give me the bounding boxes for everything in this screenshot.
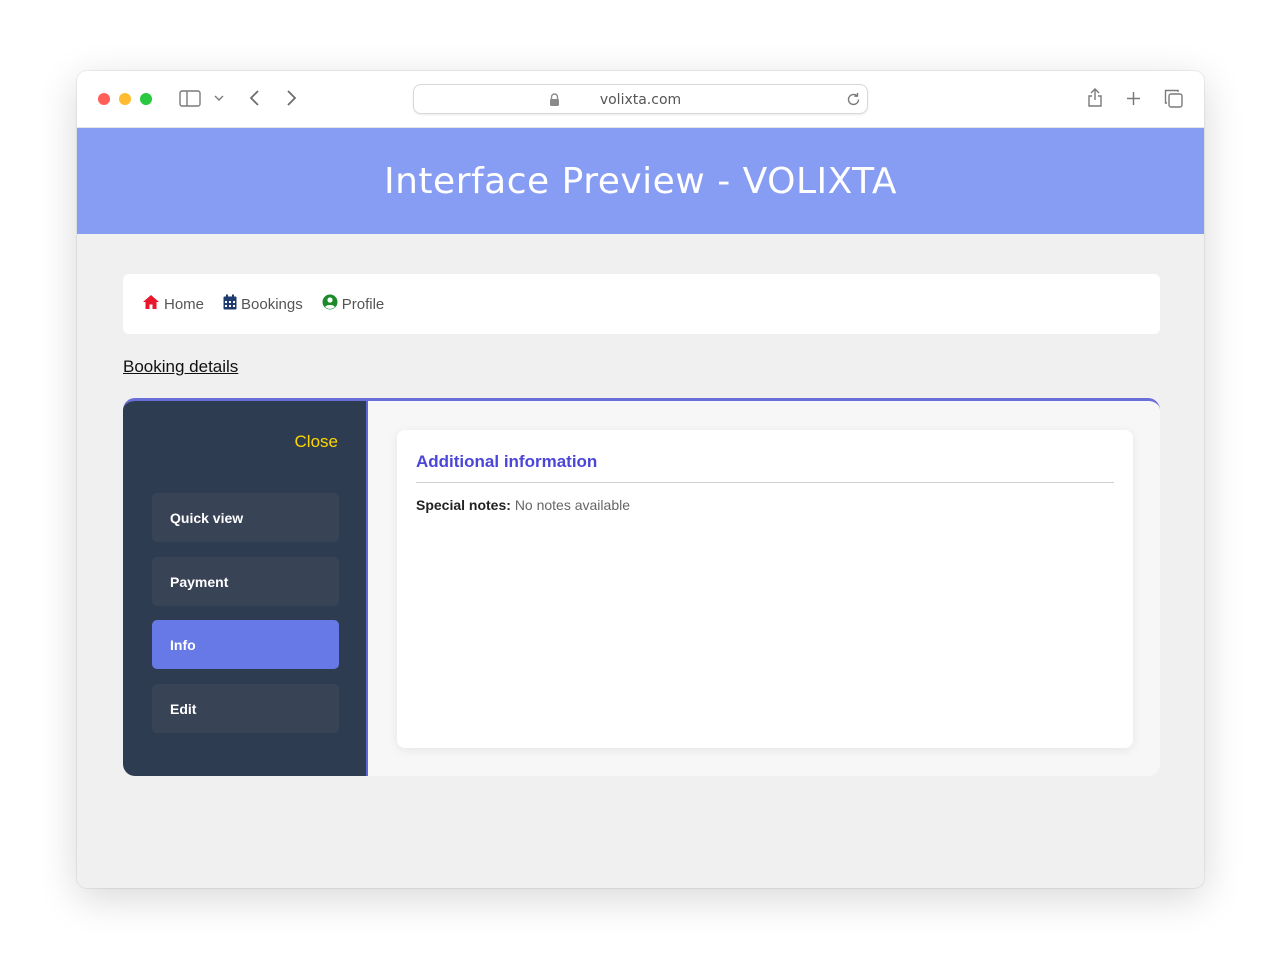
browser-window: volixta.com Interface Preview - VOLIXTA … — [77, 71, 1204, 888]
booking-details-link[interactable]: Booking details — [123, 357, 238, 377]
info-card: Additional information Special notes: No… — [397, 430, 1133, 748]
tab-quick-view[interactable]: Quick view — [152, 493, 339, 542]
nav-item-profile[interactable]: Profile — [322, 294, 385, 314]
notes-label: Special notes: — [416, 497, 511, 513]
minimize-window-button[interactable] — [119, 93, 131, 105]
special-notes: Special notes: No notes available — [416, 497, 630, 513]
tab-edit[interactable]: Edit — [152, 684, 339, 733]
sidebar-toggle-icon[interactable] — [179, 90, 201, 107]
back-icon[interactable] — [248, 89, 260, 107]
nav-label: Home — [164, 295, 205, 313]
close-button[interactable]: Close — [295, 432, 338, 452]
tabs-overview-icon[interactable] — [1164, 89, 1183, 108]
nav-label: Bookings — [241, 295, 303, 313]
home-icon — [142, 294, 164, 314]
tab-payment[interactable]: Payment — [152, 557, 339, 606]
nav-label: Profile — [341, 295, 385, 313]
booking-panel: Close Quick view Payment Info Edit Addit… — [123, 398, 1160, 776]
maximize-window-button[interactable] — [140, 93, 152, 105]
address-bar[interactable]: volixta.com — [413, 84, 868, 114]
panel-sidebar: Close Quick view Payment Info Edit — [123, 401, 368, 776]
reload-icon[interactable] — [846, 92, 861, 112]
card-heading: Additional information — [416, 452, 598, 471]
share-icon[interactable] — [1087, 87, 1103, 108]
new-tab-icon[interactable] — [1126, 91, 1141, 106]
close-window-button[interactable] — [98, 93, 110, 105]
nav-item-bookings[interactable]: Bookings — [223, 294, 303, 314]
browser-toolbar: volixta.com — [77, 71, 1204, 128]
main-navbar: Home Bookings Profile — [123, 274, 1160, 334]
page-title: Interface Preview - VOLIXTA — [384, 160, 897, 202]
url-text: volixta.com — [599, 92, 682, 108]
calendar-icon — [223, 294, 241, 314]
forward-icon[interactable] — [286, 89, 298, 107]
nav-item-home[interactable]: Home — [142, 294, 204, 314]
notes-value: No notes available — [514, 497, 630, 513]
page-banner: Interface Preview - VOLIXTA — [77, 128, 1204, 234]
divider — [416, 482, 1114, 483]
user-circle-icon — [322, 294, 342, 314]
chevron-down-icon[interactable] — [214, 95, 224, 102]
tab-info[interactable]: Info — [152, 620, 339, 669]
